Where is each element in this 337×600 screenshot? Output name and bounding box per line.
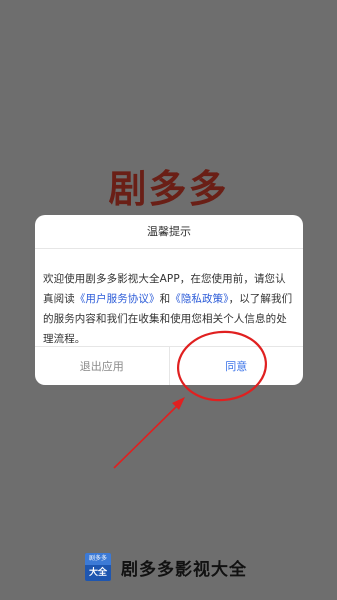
exit-app-button[interactable]: 退出应用 <box>35 347 170 385</box>
exit-app-label: 退出应用 <box>79 360 124 373</box>
dialog-message-and: 和 <box>159 293 171 305</box>
annotation-arrow-head <box>172 397 185 410</box>
app-name: 剧多多影视大全 <box>121 559 247 580</box>
agree-label: 同意 <box>225 360 248 373</box>
app-logo-top-text: 剧多多 <box>85 553 111 565</box>
dialog-footer: 退出应用 同意 <box>35 346 303 385</box>
bottom-brand: 剧多多 大全 剧多多影视大全 <box>85 552 247 582</box>
agree-button[interactable]: 同意 <box>170 347 304 385</box>
app-logo-bottom-text: 大全 <box>88 568 107 578</box>
splash-logo-text: 剧多多 <box>108 167 229 211</box>
privacy-policy-link[interactable]: 《隐私政策》 <box>170 293 228 305</box>
app-logo-icon: 剧多多 大全 <box>85 553 111 581</box>
privacy-dialog: 温馨提示 欢迎使用剧多多影视大全APP，在您使用前，请您认真阅读《用户服务协议》… <box>35 215 303 385</box>
dialog-title: 温馨提示 <box>35 215 303 249</box>
splash-screen: 剧多多 温馨提示 欢迎使用剧多多影视大全APP，在您使用前，请您认真阅读《用户服… <box>0 0 337 600</box>
annotation-arrow-line <box>113 401 182 469</box>
dialog-message: 欢迎使用剧多多影视大全APP，在您使用前，请您认真阅读《用户服务协议》和《隐私政… <box>35 249 303 345</box>
terms-of-service-link[interactable]: 《用户服务协议》 <box>75 293 160 305</box>
